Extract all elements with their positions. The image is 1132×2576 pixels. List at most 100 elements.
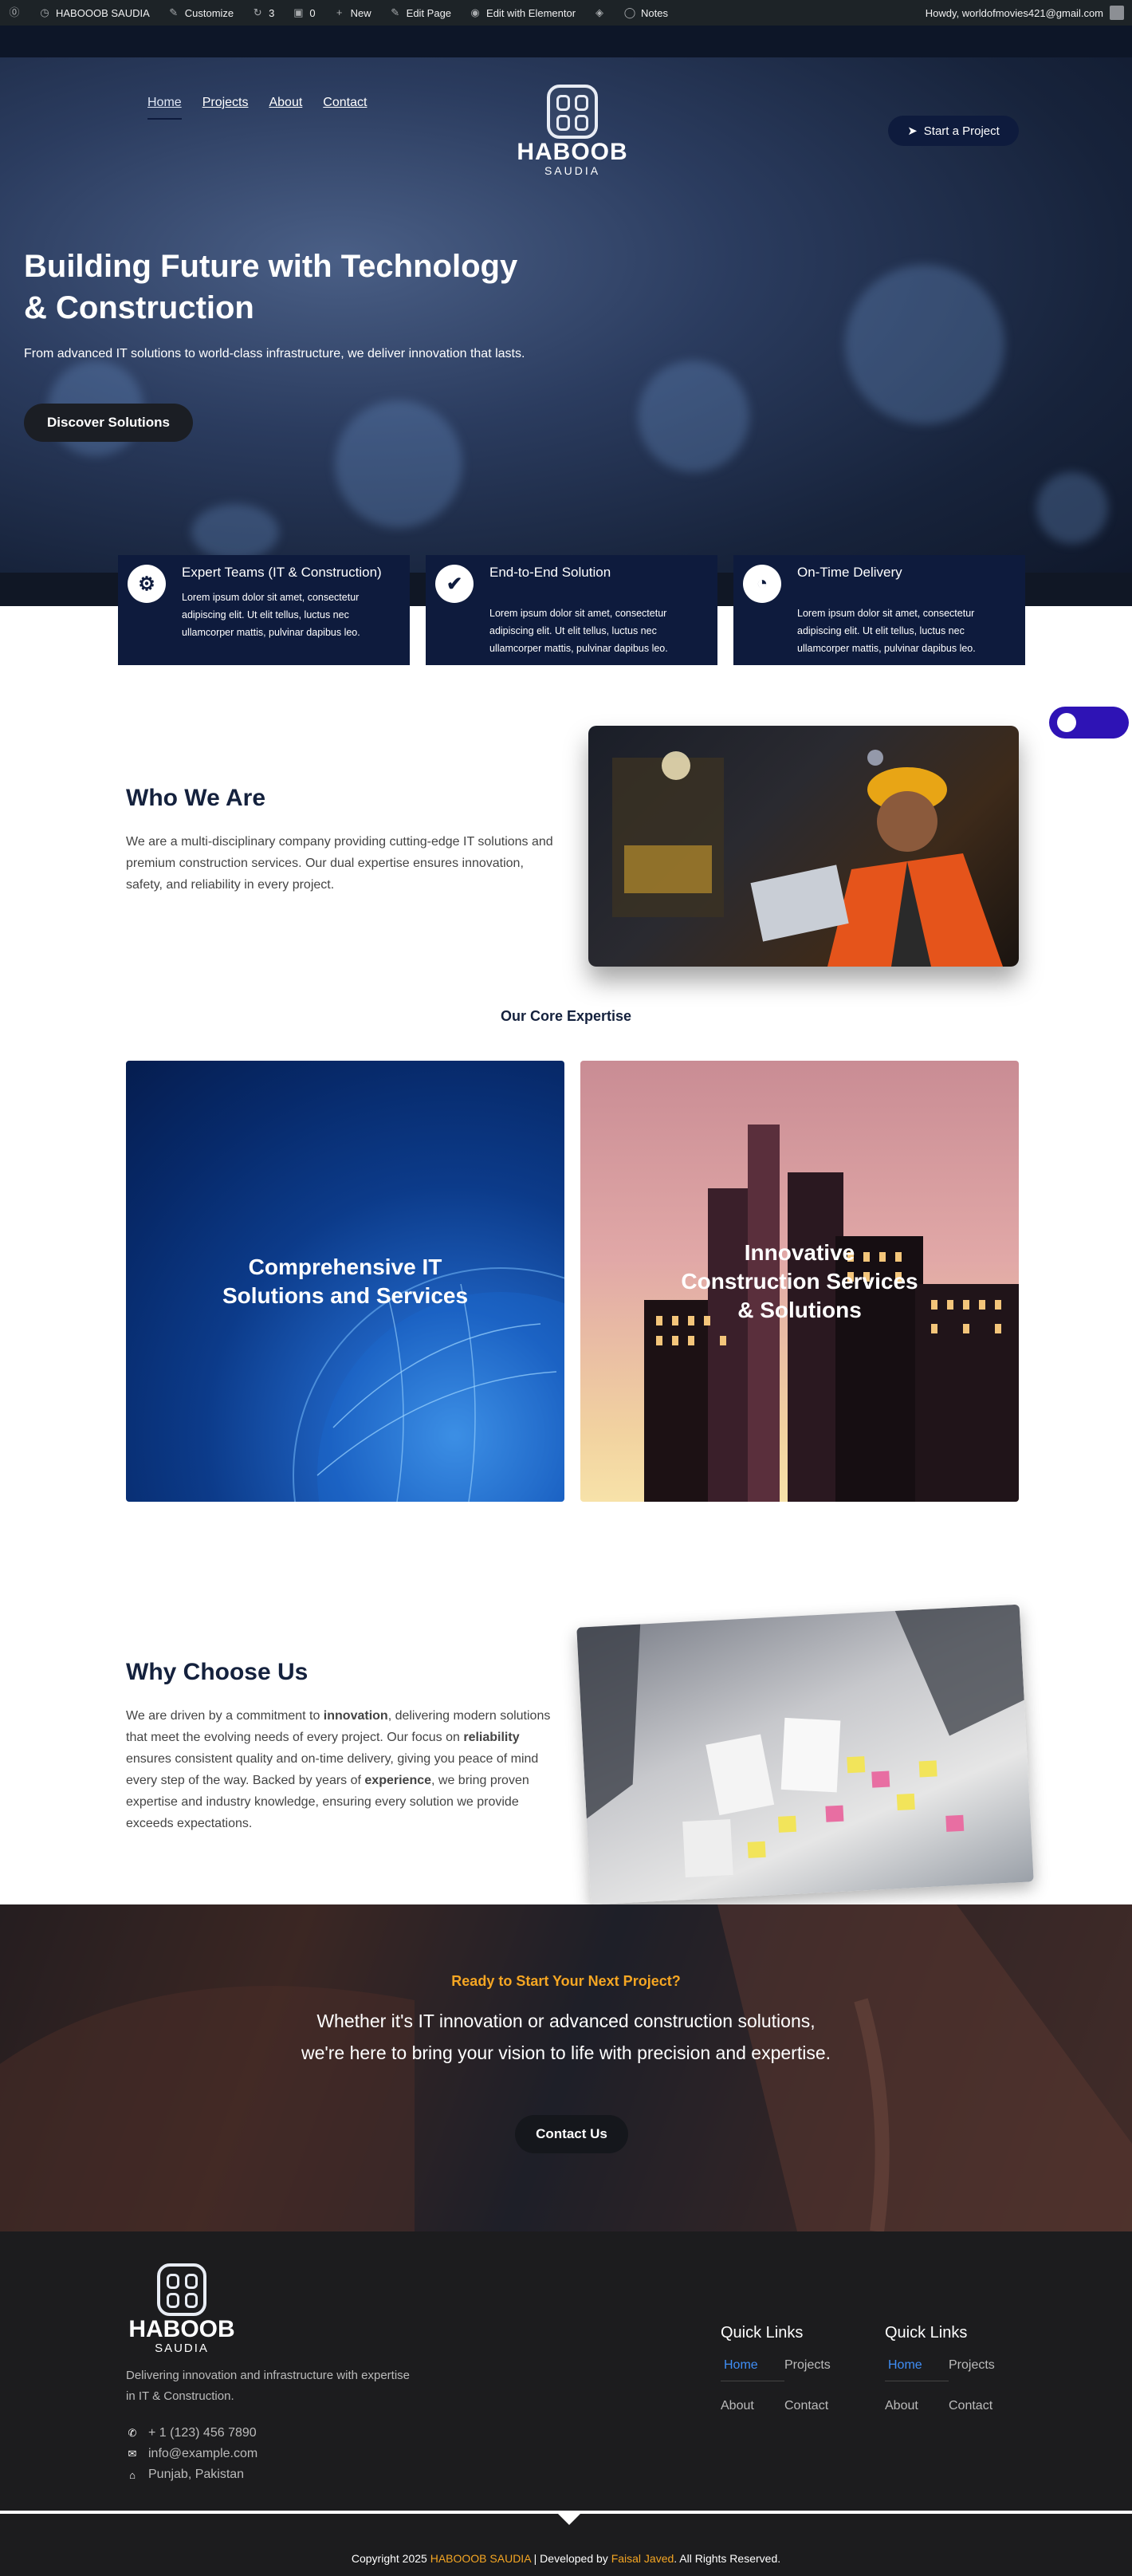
footer-link-projects[interactable]: Projects [949, 2358, 1020, 2381]
notes-label: Notes [641, 6, 668, 19]
construction-card[interactable]: Innovative Construction Services & Solut… [580, 1061, 1019, 1502]
wp-logo-menu[interactable]: ⓪ [8, 6, 21, 19]
check-icon: ✔ [435, 565, 474, 603]
footer-address-text: Punjab, Pakistan [148, 2468, 245, 2481]
quick-links-2: Quick Links Home Projects About Contact [885, 2324, 1020, 2413]
pencil-icon: ✎ [391, 6, 400, 18]
edit-elementor-label: Edit with Elementor [486, 6, 576, 19]
start-project-label: Start a Project [923, 124, 1000, 138]
site-logo[interactable]: HABOOB SAUDIA [517, 85, 628, 177]
home-icon: ⌂ [129, 2468, 136, 2481]
why-text: We are driven by a commitment to innovat… [126, 1705, 556, 1834]
wordpress-icon: ⓪ [9, 6, 20, 18]
why-title: Why Choose Us [126, 1659, 309, 1685]
cta-kicker: Ready to Start Your Next Project? [451, 1973, 681, 1989]
hero-title-line2: & Construction [24, 290, 254, 325]
footer-link-about[interactable]: About [885, 2399, 949, 2413]
footer-logo-name: HABOOB [128, 2316, 235, 2342]
why-bold-innovation: innovation [323, 1709, 388, 1723]
footer-email[interactable]: ✉ info@example.com [126, 2447, 258, 2461]
feature-card: ⚙ Expert Teams (IT & Construction) Lorem… [118, 555, 410, 665]
site-name-menu[interactable]: ◷ HABOOOB SAUDIA [38, 6, 150, 19]
nav-projects[interactable]: Projects [202, 96, 249, 120]
cta-section: Ready to Start Your Next Project? Whethe… [0, 1904, 1132, 2231]
comments-link[interactable]: ▣ 0 [292, 6, 315, 19]
edit-elementor-link[interactable]: ◉ Edit with Elementor [469, 6, 576, 19]
nav-about[interactable]: About [269, 96, 302, 120]
hero-title: Building Future with Technology & Constr… [24, 246, 582, 329]
footer-address: ⌂ Punjab, Pakistan [126, 2468, 244, 2482]
footer-logo[interactable]: HABOOB SAUDIA [126, 2263, 238, 2355]
edit-page-label: Edit Page [406, 6, 452, 19]
discover-solutions-button[interactable]: Discover Solutions [24, 404, 193, 442]
comments-count: 0 [309, 6, 316, 19]
who-text: We are a multi-disciplinary company prov… [126, 835, 553, 892]
footer-phone[interactable]: ✆ + 1 (123) 456 7890 [126, 2426, 257, 2440]
cta-line1: Whether it's IT innovation or advanced c… [316, 2011, 816, 2031]
hero-subtitle: From advanced IT solutions to world-clas… [24, 347, 525, 360]
edit-page-link[interactable]: ✎ Edit Page [389, 6, 451, 19]
clock-icon: ◔ [743, 565, 781, 603]
updates-link[interactable]: ↻ 3 [251, 6, 275, 19]
bokeh-light [191, 504, 279, 560]
brush-icon: ✎ [169, 6, 179, 18]
start-project-button[interactable]: ➤ Start a Project [888, 116, 1019, 146]
footer-logo-sub: SAUDIA [155, 2342, 209, 2355]
dark-mode-toggle[interactable] [1049, 707, 1129, 739]
howdy-label: Howdy, worldofmovies421@gmail.com [925, 6, 1103, 19]
footer-link-contact[interactable]: Contact [949, 2399, 1020, 2413]
footer-link-home[interactable]: Home [721, 2358, 784, 2381]
bokeh-light [335, 400, 462, 528]
it-solutions-card[interactable]: Comprehensive IT Solutions and Services [126, 1061, 564, 1502]
notes-link[interactable]: ◯ Notes [623, 6, 668, 19]
copyright-text: | Developed by [530, 2552, 611, 2565]
quick-links-1: Quick Links Home Projects About Contact [721, 2324, 856, 2413]
copyright-developer[interactable]: Faisal Javed [611, 2552, 674, 2565]
feature-text: Lorem ipsum dolor sit amet, consectetur … [797, 608, 976, 654]
footer-link-contact[interactable]: Contact [784, 2399, 856, 2413]
construction-card-title: Innovative Construction Services & Solut… [681, 1239, 918, 1322]
footer-link-home[interactable]: Home [885, 2358, 949, 2381]
footer-link-projects[interactable]: Projects [784, 2358, 856, 2381]
quick-links-title: Quick Links [721, 2324, 804, 2342]
comment-icon: ▣ [293, 6, 304, 18]
copyright-text: . All Rights Reserved. [674, 2552, 781, 2565]
copyright: Copyright 2025 HABOOOB SAUDIA | Develope… [0, 2552, 1132, 2565]
feature-title: End-to-End Solution [489, 565, 611, 580]
meeting-illustration [576, 1604, 1024, 1878]
feature-title: Expert Teams (IT & Construction) [182, 565, 382, 580]
footer-description: Delivering innovation and infrastructure… [126, 2369, 411, 2403]
team-meeting-photo [576, 1604, 1034, 1905]
nav-home[interactable]: Home [147, 96, 182, 120]
expertise-title: Our Core Expertise [500, 1008, 632, 1024]
bokeh-light [1036, 472, 1108, 544]
updates-icon: ↻ [253, 6, 262, 18]
cta-text: Whether it's IT innovation or advanced c… [255, 2005, 877, 2069]
footer-link-about[interactable]: About [721, 2399, 784, 2413]
speech-bubble-icon: ◯ [623, 6, 636, 18]
customize-label: Customize [184, 6, 234, 19]
new-label: New [350, 6, 371, 19]
footer-phone-text: + 1 (123) 456 7890 [148, 2426, 257, 2440]
copyright-text: Copyright 2025 [351, 2552, 430, 2565]
hero-section: Home Projects About Contact HABOOB SAUDI… [0, 26, 1132, 606]
elementor-icon: ◉ [470, 6, 480, 18]
site-name: HABOOOB SAUDIA [56, 6, 150, 19]
copyright-brand[interactable]: HABOOOB SAUDIA [430, 2552, 531, 2565]
engineer-illustration [612, 750, 1003, 967]
contact-us-button[interactable]: Contact Us [515, 2115, 628, 2153]
customize-link[interactable]: ✎ Customize [167, 6, 234, 19]
new-content-menu[interactable]: + New [333, 6, 371, 19]
account-menu[interactable]: Howdy, worldofmovies421@gmail.com [926, 6, 1124, 20]
why-bold-experience: experience [364, 1774, 432, 1787]
it-card-title: Comprehensive IT Solutions and Services [222, 1254, 469, 1308]
updates-count: 3 [269, 6, 275, 19]
quick-links-title: Quick Links [885, 2324, 968, 2342]
diamond-menu[interactable]: ◈ [593, 6, 606, 19]
main-nav: Home Projects About Contact [147, 96, 367, 120]
feature-text: Lorem ipsum dolor sit amet, consectetur … [489, 608, 668, 654]
feature-card: ◔ On-Time Delivery Lorem ipsum dolor sit… [733, 555, 1025, 665]
site-footer: HABOOB SAUDIA Delivering innovation and … [0, 2231, 1132, 2576]
email-icon: ✉ [128, 2448, 137, 2460]
nav-contact[interactable]: Contact [323, 96, 367, 120]
